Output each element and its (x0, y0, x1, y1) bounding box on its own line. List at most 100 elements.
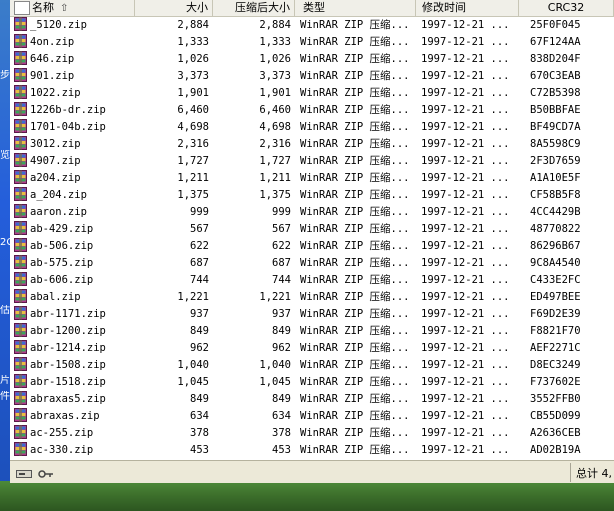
column-type[interactable]: 类型 (295, 0, 416, 16)
file-row[interactable]: 901.zip 3,373 3,373 WinRAR ZIP 压缩... 1997-12… (10, 68, 614, 85)
file-type: WinRAR ZIP 压缩... (300, 104, 410, 116)
file-row[interactable]: a204.zip 1,211 1,211 WinRAR ZIP 压缩... 1997-1… (10, 170, 614, 187)
file-name-cell: abr-1214.zip (14, 340, 135, 357)
file-row[interactable]: 1226b-dr.zip 6,460 6,460 WinRAR ZIP 压缩... 19… (10, 102, 614, 119)
file-size: 634 (190, 410, 209, 422)
file-crc-cell: A1A10E5F (530, 170, 614, 187)
file-modified: 1997-12-21 ... (421, 172, 510, 184)
file-type: WinRAR ZIP 压缩... (300, 189, 410, 201)
column-size[interactable]: 大小 (135, 0, 213, 16)
file-name-cell: a_204.zip (14, 187, 135, 204)
file-size: 3,373 (177, 70, 209, 82)
file-row[interactable]: ab-575.zip 687 687 WinRAR ZIP 压缩... 1997-12-… (10, 255, 614, 272)
file-packed-size: 3,373 (259, 70, 291, 82)
winrar-zip-icon (14, 306, 27, 320)
file-row[interactable]: ac-330.zip 453 453 WinRAR ZIP 压缩... 1997-12-… (10, 442, 614, 459)
file-crc-cell: 86296B67 (530, 238, 614, 255)
file-packed-size-cell: 1,333 (213, 34, 291, 51)
file-type: WinRAR ZIP 压缩... (300, 36, 410, 48)
file-row[interactable]: ab-606.zip 744 744 WinRAR ZIP 压缩... 1997-12-… (10, 272, 614, 289)
file-size: 1,901 (177, 87, 209, 99)
file-packed-size: 849 (272, 393, 291, 405)
file-name: 3012.zip (30, 138, 81, 150)
key-icon[interactable] (37, 469, 54, 479)
file-crc-cell: 8A5598C9 (530, 136, 614, 153)
file-name-cell: 646.zip (14, 51, 135, 68)
file-row[interactable]: abraxas5.zip 849 849 WinRAR ZIP 压缩... 1997-1… (10, 391, 614, 408)
file-name-cell: _5120.zip (14, 17, 135, 34)
file-size-cell: 2,884 (139, 17, 209, 34)
file-name: abr-1508.zip (30, 359, 106, 371)
file-modified: 1997-12-21 ... (421, 36, 510, 48)
column-packed[interactable]: 压缩后大小 (213, 0, 295, 16)
desktop-label: 步 (0, 70, 10, 81)
file-crc: 2F3D7659 (530, 155, 581, 167)
file-size: 937 (190, 308, 209, 320)
file-modified: 1997-12-21 ... (421, 240, 510, 252)
file-row[interactable]: 4907.zip 1,727 1,727 WinRAR ZIP 压缩... 1997-1… (10, 153, 614, 170)
winrar-zip-icon (14, 374, 27, 388)
file-packed-size: 962 (272, 342, 291, 354)
file-row[interactable]: ab-429.zip 567 567 WinRAR ZIP 压缩... 1997-12-… (10, 221, 614, 238)
file-row[interactable]: abraxas.zip 634 634 WinRAR ZIP 压缩... 1997-12… (10, 408, 614, 425)
file-name: abr-1214.zip (30, 342, 106, 354)
column-crc[interactable]: CRC32 (519, 0, 614, 16)
file-row[interactable]: aaron.zip 999 999 WinRAR ZIP 压缩... 1997-12-2… (10, 204, 614, 221)
file-row[interactable]: _5120.zip 2,884 2,884 WinRAR ZIP 压缩... 1997-… (10, 17, 614, 34)
file-modified-cell: 1997-12-21 ... (421, 102, 523, 119)
column-name[interactable]: 名称 ⇧ (10, 0, 135, 16)
file-row[interactable]: 3012.zip 2,316 2,316 WinRAR ZIP 压缩... 1997-1… (10, 136, 614, 153)
file-row[interactable]: abr-1508.zip 1,040 1,040 WinRAR ZIP 压缩... 19… (10, 357, 614, 374)
file-type: WinRAR ZIP 压缩... (300, 376, 410, 388)
file-row[interactable]: a_204.zip 1,375 1,375 WinRAR ZIP 压缩... 1997-… (10, 187, 614, 204)
file-size-cell: 567 (139, 221, 209, 238)
file-packed-size: 2,316 (259, 138, 291, 150)
column-crc-label: CRC32 (547, 1, 585, 14)
file-name: a204.zip (30, 172, 81, 184)
file-name-cell: a204.zip (14, 170, 135, 187)
file-type-cell: WinRAR ZIP 压缩... (300, 102, 418, 119)
file-size-cell: 999 (139, 204, 209, 221)
file-row[interactable]: 646.zip 1,026 1,026 WinRAR ZIP 压缩... 1997-12… (10, 51, 614, 68)
file-crc-cell: F8821F70 (530, 323, 614, 340)
file-packed-size: 622 (272, 240, 291, 252)
file-size-cell: 687 (139, 255, 209, 272)
column-modified[interactable]: 修改时间 (416, 0, 519, 16)
file-crc: 48770822 (530, 223, 581, 235)
file-name: a_204.zip (30, 189, 87, 201)
file-modified: 1997-12-21 ... (421, 155, 510, 167)
file-size: 849 (190, 393, 209, 405)
file-row[interactable]: abr-1214.zip 962 962 WinRAR ZIP 压缩... 1997-1… (10, 340, 614, 357)
file-row[interactable]: abr-1171.zip 937 937 WinRAR ZIP 压缩... 1997-1… (10, 306, 614, 323)
file-crc-cell: AD02B19A (530, 442, 614, 459)
file-row[interactable]: 1022.zip 1,901 1,901 WinRAR ZIP 压缩... 1997-1… (10, 85, 614, 102)
file-modified: 1997-12-21 ... (421, 104, 510, 116)
file-crc-cell: C72B5398 (530, 85, 614, 102)
file-name: ab-575.zip (30, 257, 94, 269)
file-type-cell: WinRAR ZIP 压缩... (300, 374, 418, 391)
file-type: WinRAR ZIP 压缩... (300, 155, 410, 167)
file-row[interactable]: ac-255.zip 378 378 WinRAR ZIP 压缩... 1997-12-… (10, 425, 614, 442)
file-crc-cell: CF58B5F8 (530, 187, 614, 204)
file-packed-size-cell: 2,316 (213, 136, 291, 153)
drive-icon[interactable] (16, 469, 32, 479)
file-size-cell: 1,333 (139, 34, 209, 51)
status-total: 总计 4, (576, 467, 612, 480)
file-packed-size-cell: 567 (213, 221, 291, 238)
file-crc: 86296B67 (530, 240, 581, 252)
file-name-cell: ac-255.zip (14, 425, 135, 442)
file-row[interactable]: 4on.zip 1,333 1,333 WinRAR ZIP 压缩... 1997-12… (10, 34, 614, 51)
file-size: 453 (190, 444, 209, 456)
file-size: 622 (190, 240, 209, 252)
file-crc-cell: 9C8A4540 (530, 255, 614, 272)
file-type-cell: WinRAR ZIP 压缩... (300, 34, 418, 51)
file-row[interactable]: 1701-04b.zip 4,698 4,698 WinRAR ZIP 压缩... 19… (10, 119, 614, 136)
file-row[interactable]: ab-506.zip 622 622 WinRAR ZIP 压缩... 1997-12-… (10, 238, 614, 255)
file-row[interactable]: abr-1200.zip 849 849 WinRAR ZIP 压缩... 1997-1… (10, 323, 614, 340)
file-modified-cell: 1997-12-21 ... (421, 391, 523, 408)
file-name-cell: ab-429.zip (14, 221, 135, 238)
file-row[interactable]: abal.zip 1,221 1,221 WinRAR ZIP 压缩... 1997-1… (10, 289, 614, 306)
file-type-cell: WinRAR ZIP 压缩... (300, 153, 418, 170)
file-type-cell: WinRAR ZIP 压缩... (300, 170, 418, 187)
file-row[interactable]: abr-1518.zip 1,045 1,045 WinRAR ZIP 压缩... 19… (10, 374, 614, 391)
